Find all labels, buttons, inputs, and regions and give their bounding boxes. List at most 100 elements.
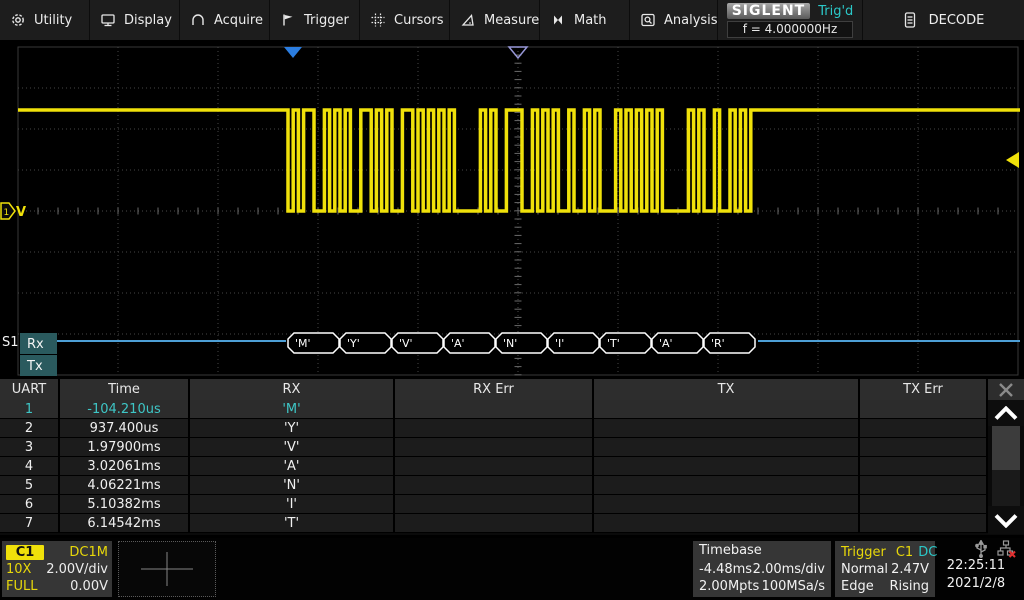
cell-tx-err	[860, 514, 988, 532]
cell-rx: 'M'	[190, 400, 395, 418]
cell-time: 6.14542ms	[60, 514, 190, 532]
close-icon	[996, 380, 1016, 400]
decode-byte-value: 'T'	[607, 337, 620, 350]
table-row[interactable]: 65.10382ms'I'	[0, 495, 988, 514]
decode-byte-box: 'T'	[600, 333, 651, 353]
trigger-box[interactable]: Trigger C1 DC Normal 2.47V Edge Rising	[835, 541, 935, 597]
decode-byte-value: 'M'	[295, 337, 311, 350]
menu-math[interactable]: Math	[540, 0, 630, 40]
math-icon	[550, 12, 566, 28]
cell-index: 1	[0, 400, 60, 418]
col-header-time: Time	[60, 379, 190, 400]
table-row[interactable]: 1-104.210us'M'	[0, 400, 988, 419]
trigger-status-badge: Trig'd	[818, 4, 853, 19]
menu-measure-label: Measure	[484, 13, 539, 28]
channel1-badge: C1	[6, 545, 44, 560]
waveform-display[interactable]: 1 V S1 Rx Tx 'M''Y''V''A''N''I''T''A''R'	[0, 44, 1024, 378]
menu-acquire[interactable]: Acquire	[180, 0, 270, 40]
decode-tab-label: DECODE	[929, 13, 985, 28]
decode-byte-box: 'I'	[548, 333, 599, 353]
decode-byte-value: 'V'	[399, 337, 413, 350]
table-row[interactable]: 43.02061ms'A'	[0, 457, 988, 476]
timebase-title: Timebase	[699, 543, 825, 561]
table-row[interactable]: 76.14542ms'T'	[0, 514, 988, 533]
trigger-level: 2.47V	[891, 562, 929, 577]
cell-rx-err	[395, 476, 594, 494]
clock-block: 22:25:11 2021/2/8	[934, 538, 1018, 600]
menu-trigger-label: Trigger	[304, 13, 349, 28]
decode-byte-box: 'R'	[704, 333, 755, 353]
cell-index: 3	[0, 438, 60, 456]
list-icon	[903, 11, 917, 29]
cell-rx-err	[395, 514, 594, 532]
siglent-logo: SIGLENT	[727, 3, 811, 19]
flag-icon	[280, 12, 296, 28]
scrollbar-track[interactable]	[992, 426, 1020, 506]
decode-byte-value: 'A'	[451, 337, 465, 350]
cell-rx: 'V'	[190, 438, 395, 456]
menu-acquire-label: Acquire	[214, 13, 263, 28]
table-row[interactable]: 2937.400us'Y'	[0, 419, 988, 438]
cell-index: 5	[0, 476, 60, 494]
scroll-up-button[interactable]	[988, 400, 1024, 426]
timebase-sample-rate: 100MSa/s	[762, 579, 825, 594]
decode-byte-value: 'I'	[555, 337, 564, 350]
channel1-coupling: DC1M	[69, 545, 108, 560]
status-date: 2021/2/8	[934, 576, 1018, 594]
close-table-button[interactable]	[988, 379, 1024, 400]
table-row[interactable]: 31.97900ms'V'	[0, 438, 988, 457]
cell-tx-err	[860, 476, 988, 494]
menu-cursors-label: Cursors	[394, 13, 444, 28]
tab-decode[interactable]: DECODE	[863, 0, 1024, 40]
trigger-mode: Normal	[841, 562, 888, 577]
channel1-scale: 2.00V/div	[46, 562, 108, 577]
channel1-info-box[interactable]: C1 DC1M 10X 2.00V/div FULL 0.00V	[2, 541, 112, 597]
menu-math-label: Math	[574, 13, 607, 28]
empty-channel-slot[interactable]	[118, 541, 216, 597]
trigger-delay-marker[interactable]	[284, 47, 302, 58]
trigger-slope: Rising	[889, 579, 929, 594]
crosshair-icon	[119, 542, 215, 596]
cell-rx: 'A'	[190, 457, 395, 475]
cell-rx: 'Y'	[190, 419, 395, 437]
status-bar: C1 DC1M 10X 2.00V/div FULL 0.00V Timebas…	[0, 538, 1024, 600]
cell-rx: 'T'	[190, 514, 395, 532]
decode-byte-value: 'Y'	[347, 337, 360, 350]
menu-display[interactable]: Display	[90, 0, 180, 40]
measure-icon	[460, 12, 476, 28]
cell-time: 1.97900ms	[60, 438, 190, 456]
cell-tx-err	[860, 438, 988, 456]
cell-rx-err	[395, 438, 594, 456]
decode-bus-label: S1	[2, 335, 19, 350]
trigger-position-marker[interactable]	[509, 47, 527, 58]
cell-tx-err	[860, 400, 988, 418]
scroll-down-button[interactable]	[988, 506, 1024, 534]
menu-cursors[interactable]: Cursors	[360, 0, 450, 40]
scrollbar-thumb[interactable]	[992, 426, 1020, 470]
timebase-box[interactable]: Timebase -4.48ms 2.00ms/div 2.00Mpts 100…	[693, 541, 831, 597]
uart-decode-table: UART Time RX RX Err TX TX Err 1-104.210u…	[0, 379, 1024, 535]
trigger-level-marker[interactable]	[1006, 152, 1019, 168]
channel1-offset-marker[interactable]: 1 V	[1, 203, 26, 220]
decode-byte-box: 'A'	[652, 333, 703, 353]
cell-rx: 'N'	[190, 476, 395, 494]
table-controls	[988, 379, 1024, 535]
cell-tx	[594, 514, 860, 532]
table-row[interactable]: 54.06221ms'N'	[0, 476, 988, 495]
trigger-source: C1	[896, 545, 913, 560]
menu-measure[interactable]: Measure	[450, 0, 540, 40]
decode-byte-box: 'V'	[392, 333, 443, 353]
timebase-scale: 2.00ms/div	[753, 562, 825, 577]
menu-utility[interactable]: Utility	[0, 0, 90, 40]
cell-index: 2	[0, 419, 60, 437]
menu-utility-label: Utility	[34, 13, 72, 28]
col-header-uart: UART	[0, 379, 60, 400]
menu-trigger[interactable]: Trigger	[270, 0, 360, 40]
cell-rx: 'I'	[190, 495, 395, 513]
menu-analysis[interactable]: Analysis	[630, 0, 718, 40]
table-body: 1-104.210us'M'2937.400us'Y'31.97900ms'V'…	[0, 400, 988, 533]
brand-block: SIGLENT Trig'd f = 4.000000Hz	[718, 0, 863, 40]
menu-analysis-label: Analysis	[664, 13, 718, 28]
channel1-attenuation: 10X	[6, 562, 31, 577]
cell-time: 3.02061ms	[60, 457, 190, 475]
